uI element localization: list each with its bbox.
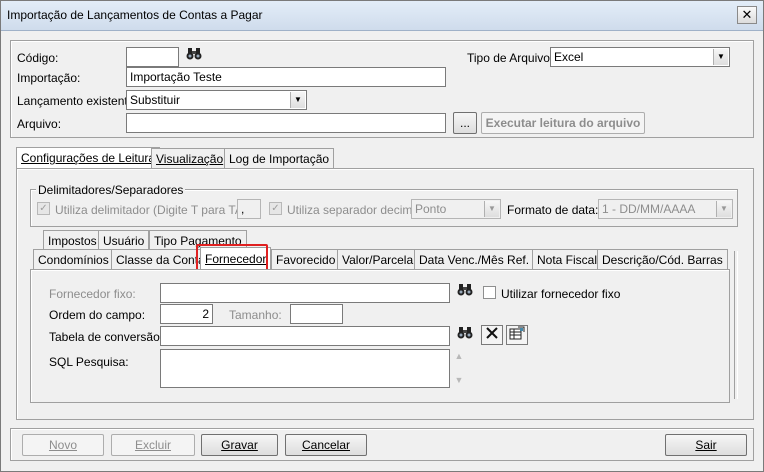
- tab-label: Impostos: [48, 234, 97, 248]
- tab-configuracoes-leitura[interactable]: Configurações de Leitura: [16, 147, 161, 169]
- tab-data-venc[interactable]: Data Venc./Mês Ref.: [414, 249, 535, 269]
- tab-label: Valor/Parcela: [342, 253, 414, 267]
- tab-impostos[interactable]: Impostos: [43, 230, 102, 249]
- codigo-label: Código:: [17, 51, 59, 65]
- fornecedor-fixo-input[interactable]: [160, 283, 450, 303]
- tab-usuario[interactable]: Usuário: [98, 230, 150, 249]
- fornecedor-fixo-label: Fornecedor fixo:: [49, 287, 136, 301]
- delimitador-input[interactable]: ,: [237, 199, 261, 219]
- tab-page-edge: [734, 251, 738, 399]
- browse-button[interactable]: ...: [453, 112, 477, 134]
- codigo-search-button[interactable]: [183, 47, 205, 67]
- close-x-icon: [486, 327, 498, 339]
- cancelar-button[interactable]: Cancelar: [285, 434, 367, 456]
- edit-table-icon: [509, 326, 525, 340]
- novo-button[interactable]: Novo: [22, 434, 104, 456]
- ordem-campo-label: Ordem do campo:: [49, 308, 146, 322]
- formato-data-value: 1 - DD/MM/AAAA: [602, 202, 696, 216]
- tabela-conversao-label: Tabela de conversão:: [49, 330, 164, 344]
- tab-label: Configurações de Leitura: [21, 151, 156, 165]
- fornecedor-tab-highlight: [196, 244, 268, 271]
- lancamento-value: Substituir: [130, 93, 181, 107]
- sair-label: Sair: [695, 438, 717, 452]
- chevron-down-icon[interactable]: ▼: [290, 92, 305, 108]
- utiliza-delimitador-label: Utiliza delimitador (Digite T para TAB): [55, 203, 255, 217]
- tabela-clear-button[interactable]: [481, 325, 503, 345]
- utiliza-separador-checkbox[interactable]: ✓: [269, 202, 282, 215]
- novo-label: Novo: [48, 438, 77, 452]
- tab-label: Nota Fiscal: [537, 253, 598, 267]
- utiliza-delimitador-checkbox[interactable]: ✓: [37, 202, 50, 215]
- checkmark-icon: ✓: [271, 203, 280, 214]
- tab-log-importacao[interactable]: Log de Importação: [224, 148, 335, 168]
- window-title: Importação de Lançamentos de Contas a Pa…: [7, 8, 263, 22]
- lancamento-select[interactable]: Substituir ▼: [126, 90, 307, 110]
- tab-descricao-cod-barras[interactable]: Descrição/Cód. Barras: [597, 249, 728, 269]
- chevron-down-icon[interactable]: ▼: [452, 373, 466, 387]
- separador-select[interactable]: Ponto ▼: [411, 199, 501, 219]
- title-bar: Importação de Lançamentos de Contas a Pa…: [1, 1, 763, 31]
- delimitadores-title: Delimitadores/Separadores: [36, 183, 186, 197]
- lancamento-label: Lançamento existente:: [17, 94, 138, 108]
- tab-label: Visualização: [156, 152, 224, 166]
- formato-data-select[interactable]: 1 - DD/MM/AAAA ▼: [598, 199, 733, 219]
- arquivo-label: Arquivo:: [17, 117, 62, 131]
- sair-button[interactable]: Sair: [665, 434, 747, 456]
- sql-pesquisa-label: SQL Pesquisa:: [49, 355, 129, 369]
- tipo-arquivo-label: Tipo de Arquivo:: [467, 51, 554, 65]
- tab-valor-parcela[interactable]: Valor/Parcela: [337, 249, 419, 269]
- binoculars-icon: [457, 284, 473, 296]
- gravar-button[interactable]: Gravar: [201, 434, 278, 456]
- binoculars-icon: [457, 327, 473, 339]
- chevron-down-icon[interactable]: ▼: [713, 49, 728, 65]
- tab-label: Favorecido: [276, 253, 336, 267]
- tabela-conversao-input[interactable]: [160, 326, 450, 346]
- tipo-arquivo-select[interactable]: Excel ▼: [550, 47, 730, 67]
- tab-label: Usuário: [103, 234, 145, 248]
- ordem-campo-input[interactable]: 2: [160, 304, 213, 324]
- tab-visualizacao[interactable]: Visualização: [151, 148, 229, 168]
- tabela-search-button[interactable]: [454, 326, 476, 346]
- arquivo-input[interactable]: [126, 113, 446, 133]
- excluir-label: Excluir: [134, 438, 171, 452]
- close-icon: ✕: [741, 7, 753, 22]
- tab-condominios[interactable]: Condomínios: [33, 249, 114, 269]
- formato-data-label: Formato de data:: [507, 203, 599, 217]
- tabela-edit-button[interactable]: [506, 325, 528, 345]
- utilizar-fornecedor-fixo-label: Utilizar fornecedor fixo: [501, 287, 621, 301]
- main-window: Importação de Lançamentos de Contas a Pa…: [0, 0, 764, 472]
- chevron-up-icon[interactable]: ▲: [452, 349, 466, 363]
- tab-label: Classe da Conta: [116, 253, 205, 267]
- tab-favorecido[interactable]: Favorecido: [271, 249, 341, 269]
- close-window-button[interactable]: ✕: [737, 6, 757, 24]
- importacao-label: Importação:: [17, 71, 81, 85]
- chevron-down-icon[interactable]: ▼: [484, 201, 499, 217]
- gravar-label: Gravar: [221, 438, 258, 452]
- tab-classe-conta[interactable]: Classe da Conta: [111, 249, 210, 269]
- executar-leitura-button[interactable]: Executar leitura do arquivo: [481, 112, 645, 134]
- tab-label: Log de Importação: [229, 152, 330, 166]
- importacao-input[interactable]: Importação Teste: [126, 67, 446, 87]
- excluir-button[interactable]: Excluir: [111, 434, 195, 456]
- tipo-arquivo-value: Excel: [554, 50, 584, 64]
- fornecedor-search-button[interactable]: [454, 283, 476, 303]
- sql-scrollbar[interactable]: ▲ ▼: [452, 349, 466, 388]
- tab-nota-fiscal[interactable]: Nota Fiscal: [532, 249, 603, 269]
- utilizar-fornecedor-fixo-checkbox[interactable]: [483, 286, 496, 299]
- codigo-input[interactable]: [126, 47, 179, 67]
- tab-label: Descrição/Cód. Barras: [602, 253, 723, 267]
- tab-label: Data Venc./Mês Ref.: [419, 253, 530, 267]
- tab-label: Condomínios: [38, 253, 109, 267]
- utiliza-separador-label: Utiliza separador decimal: [287, 203, 422, 217]
- tamanho-label: Tamanho:: [229, 308, 282, 322]
- cancelar-label: Cancelar: [301, 438, 351, 452]
- checkmark-icon: ✓: [39, 203, 48, 214]
- binoculars-icon: [186, 48, 202, 60]
- separador-value: Ponto: [415, 202, 447, 216]
- sql-pesquisa-textarea[interactable]: [160, 349, 450, 388]
- chevron-down-icon[interactable]: ▼: [716, 201, 731, 217]
- tamanho-input[interactable]: [290, 304, 343, 324]
